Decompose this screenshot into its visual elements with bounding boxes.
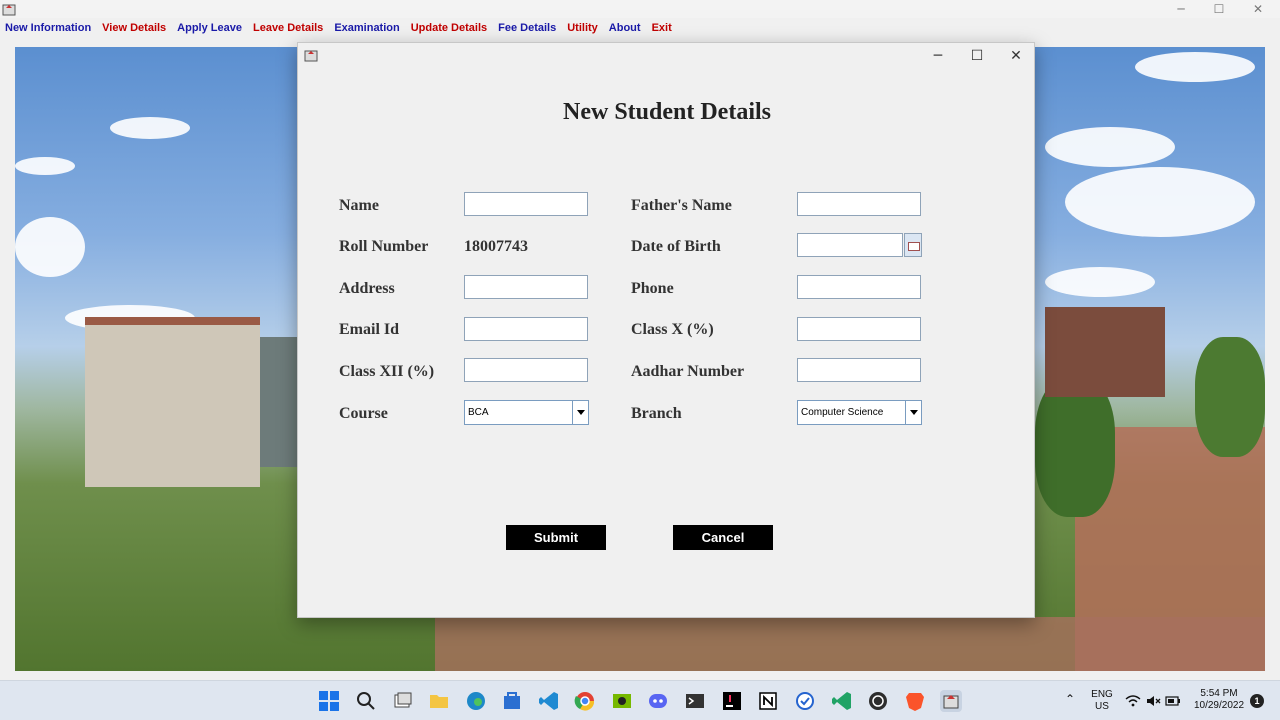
calendar-icon[interactable] xyxy=(904,233,922,257)
clock-date: 10/29/2022 xyxy=(1193,700,1245,711)
roll-number-value: 18007743 xyxy=(464,238,528,255)
notification-badge[interactable]: 1 xyxy=(1250,694,1264,708)
dropdown-arrow-icon[interactable] xyxy=(905,401,921,424)
aadhar-label: Aadhar Number xyxy=(631,363,745,380)
discord-icon[interactable] xyxy=(647,690,669,712)
address-label: Address xyxy=(339,280,395,297)
phone-label: Phone xyxy=(631,280,674,297)
name-input[interactable] xyxy=(464,192,588,216)
app-titlebar: ─ ☐ ✕ xyxy=(0,0,1280,18)
menu-exit[interactable]: Exit xyxy=(652,19,672,37)
java-app-icon xyxy=(2,4,16,16)
course-selected-value: BCA xyxy=(468,407,489,418)
branch-label: Branch xyxy=(631,405,682,422)
class-xii-label: Class XII (%) xyxy=(339,363,435,380)
dob-label: Date of Birth xyxy=(631,238,721,255)
show-hidden-icons-icon[interactable]: ⌃ xyxy=(1063,693,1077,705)
store-icon[interactable] xyxy=(501,690,523,712)
class-x-input[interactable] xyxy=(797,317,921,341)
language-indicator[interactable]: ENG US xyxy=(1088,689,1116,713)
intellij-icon[interactable] xyxy=(721,690,743,712)
menu-apply-leave[interactable]: Apply Leave xyxy=(177,19,242,37)
wifi-icon[interactable] xyxy=(1125,694,1141,708)
vscode-icon[interactable] xyxy=(538,690,560,712)
course-select[interactable]: BCA xyxy=(464,400,589,425)
chrome-icon[interactable] xyxy=(574,690,596,712)
email-label: Email Id xyxy=(339,321,400,338)
class-x-label: Class X (%) xyxy=(631,321,714,338)
java-app-icon xyxy=(304,50,318,62)
roll-number-label: Roll Number xyxy=(339,238,429,255)
submit-button[interactable]: Submit xyxy=(506,525,606,550)
java-app-taskbar-icon[interactable] xyxy=(940,690,962,712)
dialog-minimize-button[interactable]: ─ xyxy=(919,43,957,69)
menu-examination[interactable]: Examination xyxy=(334,19,399,37)
clock[interactable]: 5:54 PM 10/29/2022 xyxy=(1188,688,1250,712)
visual-studio-icon[interactable] xyxy=(831,690,853,712)
search-icon[interactable] xyxy=(355,690,377,712)
menu-fee-details[interactable]: Fee Details xyxy=(498,19,556,37)
nvidia-icon[interactable] xyxy=(611,690,633,712)
file-explorer-icon[interactable] xyxy=(428,690,450,712)
app-minimize-button[interactable]: ─ xyxy=(1163,0,1199,18)
menu-utility[interactable]: Utility xyxy=(567,19,598,37)
course-label: Course xyxy=(339,405,388,422)
language-code: ENG xyxy=(1091,689,1113,700)
cancel-button[interactable]: Cancel xyxy=(673,525,773,550)
edge-browser-icon[interactable] xyxy=(465,690,487,712)
branch-select[interactable]: Computer Science xyxy=(797,400,922,425)
menu-leave-details[interactable]: Leave Details xyxy=(253,19,323,37)
menu-update-details[interactable]: Update Details xyxy=(411,19,487,37)
battery-icon[interactable] xyxy=(1165,695,1181,707)
phone-input[interactable] xyxy=(797,275,921,299)
app-maximize-button[interactable]: ☐ xyxy=(1201,0,1237,18)
dob-input[interactable] xyxy=(797,233,903,257)
menu-new-information[interactable]: New Information xyxy=(5,19,91,37)
fathers-name-input[interactable] xyxy=(797,192,921,216)
dialog-maximize-button[interactable]: ☐ xyxy=(958,43,996,69)
dialog-close-button[interactable]: ✕ xyxy=(997,43,1035,69)
name-label: Name xyxy=(339,197,379,214)
clock-time: 5:54 PM xyxy=(1200,688,1238,699)
keyboard-region: US xyxy=(1095,701,1109,712)
menubar: New Information View Details Apply Leave… xyxy=(0,19,1280,37)
email-input[interactable] xyxy=(464,317,588,341)
aadhar-input[interactable] xyxy=(797,358,921,382)
notion-icon[interactable] xyxy=(757,690,779,712)
new-student-dialog: ─ ☐ ✕ New Student Details Name Father's … xyxy=(297,42,1035,618)
windows-start-icon[interactable] xyxy=(318,690,340,712)
branch-selected-value: Computer Science xyxy=(801,407,884,418)
terminal-icon[interactable] xyxy=(684,690,706,712)
obs-icon[interactable] xyxy=(867,690,889,712)
volume-muted-icon[interactable] xyxy=(1145,694,1161,708)
dialog-heading: New Student Details xyxy=(563,99,771,125)
task-view-icon[interactable] xyxy=(392,690,414,712)
todo-icon[interactable] xyxy=(794,690,816,712)
menu-about[interactable]: About xyxy=(609,19,641,37)
dialog-titlebar: ─ ☐ ✕ xyxy=(298,43,1034,69)
app-close-button[interactable]: ✕ xyxy=(1240,0,1276,18)
brave-icon[interactable] xyxy=(904,690,926,712)
menu-view-details[interactable]: View Details xyxy=(102,19,166,37)
dropdown-arrow-icon[interactable] xyxy=(572,401,588,424)
fathers-name-label: Father's Name xyxy=(631,197,732,214)
windows-taskbar: ⌃ ENG US 5:54 PM 10/29/2022 1 xyxy=(0,680,1280,720)
class-xii-input[interactable] xyxy=(464,358,588,382)
address-input[interactable] xyxy=(464,275,588,299)
